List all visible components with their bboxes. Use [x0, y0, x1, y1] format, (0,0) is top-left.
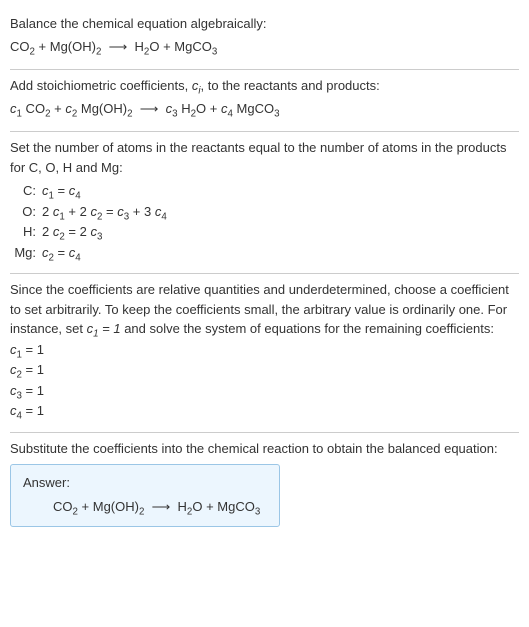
- section-balance-intro: Balance the chemical equation algebraica…: [10, 8, 519, 69]
- arrow-icon: ⟶: [140, 99, 159, 119]
- ci-symbol: ci: [192, 78, 201, 93]
- coeff-row: c2 = 1: [10, 360, 519, 380]
- solve-text-c: and solve the system of equations for th…: [121, 321, 494, 336]
- coeff-row: c4 = 1: [10, 401, 519, 421]
- table-row: O: 2 c1 + 2 c2 = c3 + 3 c4: [10, 202, 519, 222]
- atom-eq-c: c1 = c4: [42, 181, 81, 201]
- atom-label-mg: Mg:: [10, 243, 42, 263]
- section-solve: Since the coefficients are relative quan…: [10, 273, 519, 432]
- coeff-row: c1 = 1: [10, 340, 519, 360]
- substitute-title: Substitute the coefficients into the che…: [10, 439, 519, 459]
- atom-eq-o: 2 c1 + 2 c2 = c3 + 3 c4: [42, 202, 167, 222]
- balance-equation: CO2 + Mg(OH)2 ⟶ H2O + MgCO3: [10, 37, 519, 57]
- substitute-title-text: Substitute the coefficients into the che…: [10, 441, 498, 456]
- coeff-row: c3 = 1: [10, 381, 519, 401]
- add-coeff-title: Add stoichiometric coefficients, ci, to …: [10, 76, 519, 96]
- atom-eq-h: 2 c2 = 2 c3: [42, 222, 102, 242]
- table-row: H: 2 c2 = 2 c3: [10, 222, 519, 242]
- c1-eq-1: c1 = 1: [87, 321, 121, 336]
- answer-label: Answer:: [23, 473, 267, 493]
- atom-label-o: O:: [10, 202, 42, 222]
- solve-title: Since the coefficients are relative quan…: [10, 280, 519, 339]
- atom-label-h: H:: [10, 222, 42, 242]
- atom-balance-title-text: Set the number of atoms in the reactants…: [10, 140, 506, 175]
- arrow-icon: ⟶: [109, 37, 128, 57]
- section-add-coefficients: Add stoichiometric coefficients, ci, to …: [10, 69, 519, 131]
- atom-label-c: C:: [10, 181, 42, 201]
- section-answer: Substitute the coefficients into the che…: [10, 432, 519, 538]
- balance-title-text: Balance the chemical equation algebraica…: [10, 16, 267, 31]
- section-atom-balance: Set the number of atoms in the reactants…: [10, 131, 519, 273]
- answer-box: Answer: CO2 + Mg(OH)2 ⟶ H2O + MgCO3: [10, 464, 280, 527]
- add-coeff-text-a: Add stoichiometric coefficients,: [10, 78, 192, 93]
- balance-title: Balance the chemical equation algebraica…: [10, 14, 519, 34]
- atom-eq-mg: c2 = c4: [42, 243, 81, 263]
- answer-equation: CO2 + Mg(OH)2 ⟶ H2O + MgCO3: [23, 497, 267, 517]
- table-row: C: c1 = c4: [10, 181, 519, 201]
- atom-balance-title: Set the number of atoms in the reactants…: [10, 138, 519, 177]
- coeff-equation: c1 CO2 + c2 Mg(OH)2 ⟶ c3 H2O + c4 MgCO3: [10, 99, 519, 119]
- table-row: Mg: c2 = c4: [10, 243, 519, 263]
- arrow-icon: ⟶: [152, 497, 171, 517]
- add-coeff-text-c: , to the reactants and products:: [201, 78, 380, 93]
